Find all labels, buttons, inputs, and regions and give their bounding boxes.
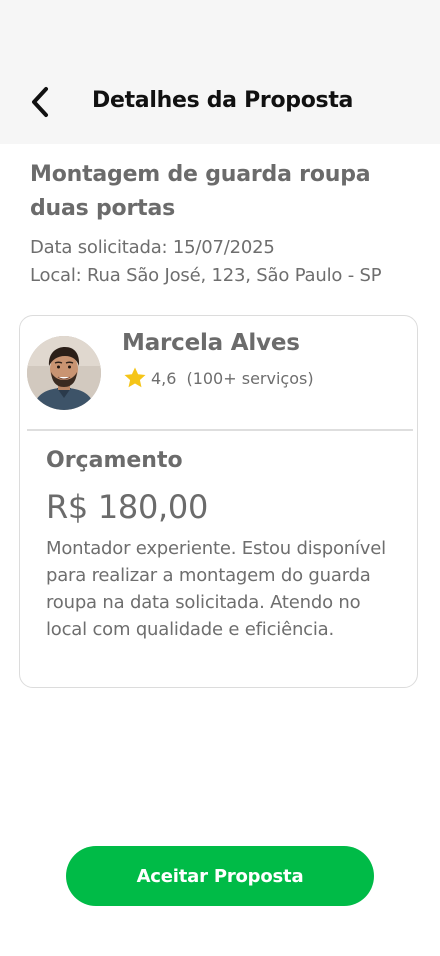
star-icon [124,367,146,388]
job-title: Montagem de guarda roupa duas portas [30,162,371,221]
divider [27,429,413,431]
proposal-card: Marcela Alves 4,6 (100+ serviços) Orçame… [19,315,418,688]
page-title: Detalhes da Proposta [92,88,354,113]
services-count: (100+ serviços) [186,368,314,388]
app-header: Detalhes da Proposta [0,0,440,144]
job-details: Data solicitada: 15/07/2025 Local: Rua S… [30,234,430,290]
provider-name: Marcela Alves [122,330,300,356]
rating-value: 4,6 [151,368,177,388]
requested-date: Data solicitada: 15/07/2025 [30,237,275,258]
avatar [27,336,101,410]
budget-label: Orçamento [46,448,183,473]
provider-rating: 4,6 (100+ serviços) [123,366,314,390]
accept-proposal-button[interactable]: Aceitar Proposta [66,846,374,906]
proposal-price: R$ 180,00 [46,488,209,526]
back-button[interactable] [22,84,58,120]
chevron-left-icon [32,87,48,117]
avatar-image [27,336,101,410]
job-location: Local: Rua São José, 123, São Paulo - SP [30,265,382,286]
proposal-description: Montador experiente. Estou disponível pa… [46,538,386,640]
